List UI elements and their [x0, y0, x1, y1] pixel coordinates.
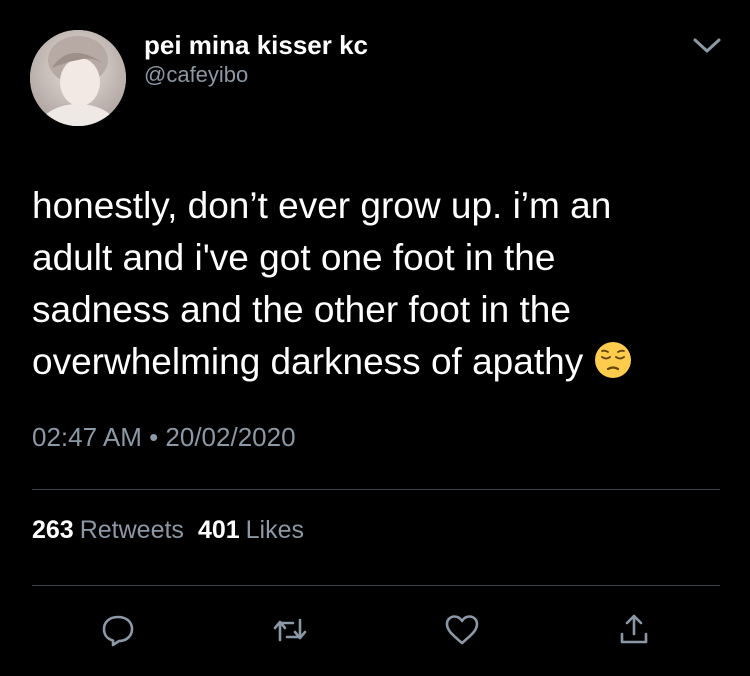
tweet-text-line: sadness and the other foot in the: [32, 289, 571, 330]
tweet-text-line-last: overwhelming darkness of apathy: [32, 336, 722, 394]
tweet-stats: 263 Retweets 401 Likes: [32, 514, 318, 546]
chevron-down-icon[interactable]: [690, 34, 724, 58]
tweet-card: pei mina kisser kc @cafeyibo honestly, d…: [0, 0, 750, 676]
avatar[interactable]: [30, 30, 126, 126]
reply-icon[interactable]: [98, 610, 138, 650]
retweet-icon[interactable]: [270, 610, 310, 650]
likes-count[interactable]: 401: [198, 516, 240, 544]
display-name[interactable]: pei mina kisser kc: [144, 30, 368, 60]
tweet-timestamp[interactable]: 02:47 AM • 20/02/2020: [32, 420, 296, 454]
user-handle[interactable]: @cafeyibo: [144, 62, 248, 88]
tweet-text-line-content: overwhelming darkness of apathy: [32, 341, 584, 382]
retweets-count[interactable]: 263: [32, 516, 74, 544]
retweets-label[interactable]: Retweets: [80, 516, 184, 544]
tweet-text-line: honestly, don’t ever grow up. i’m an: [32, 185, 612, 226]
pensive-face-emoji: [593, 340, 633, 394]
tweet-text-line: adult and i've got one foot in the: [32, 237, 556, 278]
likes-label[interactable]: Likes: [246, 516, 304, 544]
tweet-text: honestly, don’t ever grow up. i’m an adu…: [32, 180, 722, 394]
divider: [32, 585, 720, 586]
share-icon[interactable]: [614, 610, 654, 650]
divider: [32, 489, 720, 490]
like-icon[interactable]: [442, 610, 482, 650]
